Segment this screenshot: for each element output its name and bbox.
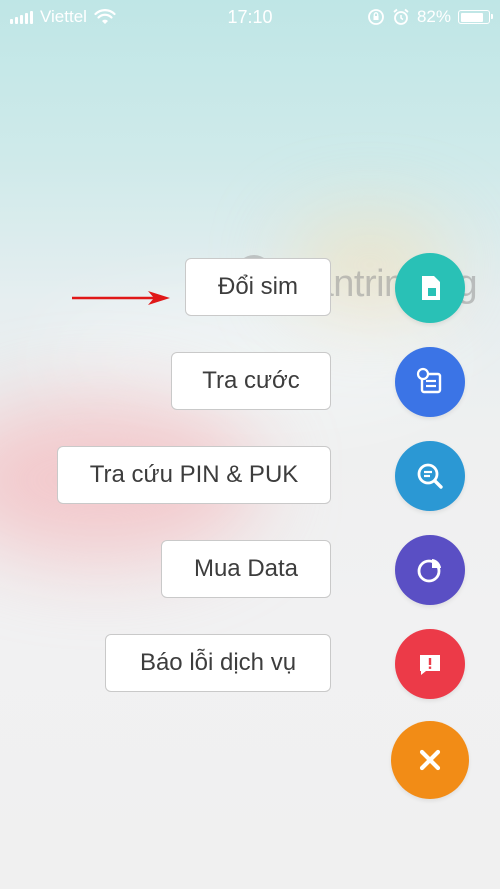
menu-label-text: Báo lỗi dịch vụ: [139, 649, 297, 676]
sim-card-icon: [422, 276, 440, 300]
battery-icon: [458, 10, 493, 24]
menu-button-tra-cuu-pin-puk[interactable]: [395, 441, 465, 511]
billing-list-icon: [416, 367, 442, 394]
annotation-arrow-icon: [72, 291, 170, 305]
status-right: 82%: [367, 7, 493, 27]
menu-label-tra-cuu-pin-puk[interactable]: Tra cứu PIN & PUK: [57, 446, 331, 504]
search-icon: [417, 463, 443, 489]
menu-label-doi-sim[interactable]: Đổi sim: [185, 258, 331, 316]
menu-label-text: Đổi sim: [217, 273, 298, 300]
carrier-name: Viettel: [40, 7, 87, 26]
battery-percent: 82%: [416, 7, 451, 26]
close-menu-button[interactable]: [391, 721, 469, 799]
orientation-lock-icon: [368, 9, 384, 25]
wifi-icon: [94, 9, 116, 24]
alarm-icon: [393, 8, 409, 25]
status-bar: Viettel 17:10 82%: [0, 0, 500, 34]
menu-button-tra-cuoc[interactable]: [395, 347, 465, 417]
menu-label-tra-cuoc[interactable]: Tra cước: [171, 352, 331, 410]
menu-label-mua-data[interactable]: Mua Data: [161, 540, 331, 598]
menu-label-text: Tra cước: [202, 367, 300, 394]
status-left: Viettel: [10, 7, 116, 27]
status-time: 17:10: [227, 6, 273, 27]
menu-button-bao-loi-dich-vu[interactable]: [395, 629, 465, 699]
menu-button-doi-sim[interactable]: [395, 253, 465, 323]
menu-button-mua-data[interactable]: [395, 535, 465, 605]
close-icon: [419, 749, 441, 771]
pie-chart-icon: [417, 559, 441, 583]
signal-icon: [10, 10, 33, 24]
menu-label-text: Tra cứu PIN & PUK: [89, 461, 299, 488]
menu-label-text: Mua Data: [193, 555, 299, 582]
menu-label-bao-loi-dich-vu[interactable]: Báo lỗi dịch vụ: [105, 634, 331, 692]
report-message-icon: [420, 655, 440, 675]
